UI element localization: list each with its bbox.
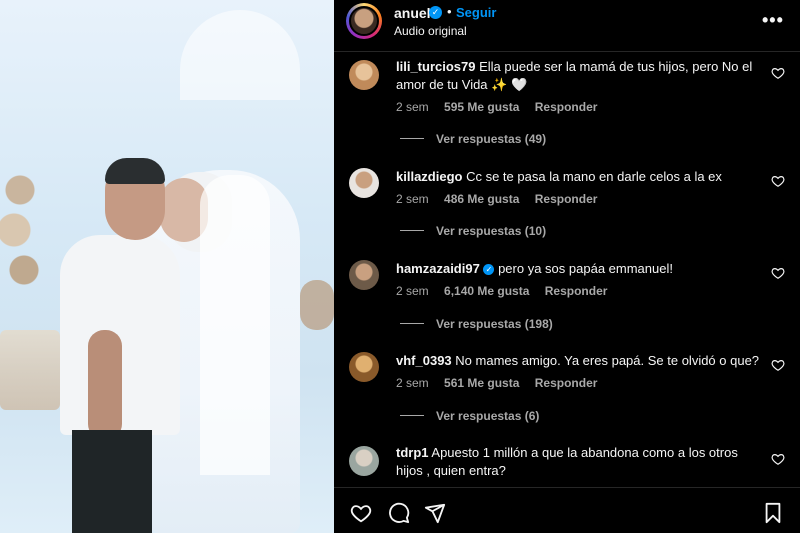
share-icon[interactable]	[424, 502, 446, 524]
view-replies-label: Ver respuestas (10)	[436, 224, 547, 238]
comment-avatar[interactable]	[349, 352, 379, 382]
comment-meta: 2 sem 561 Me gusta Responder	[396, 376, 609, 390]
comment-time: 2 sem	[396, 100, 429, 114]
comment-time: 2 sem	[396, 192, 429, 206]
comment-avatar[interactable]	[349, 168, 379, 198]
comment-avatar[interactable]	[349, 446, 379, 476]
comments-panel: anuel ✓ • Seguir Audio original ••• lili…	[334, 0, 800, 533]
verified-badge-icon: ✓	[483, 264, 495, 275]
reply-button[interactable]: Responder	[535, 192, 598, 206]
comment-text: Apuesto 1 millón a que la abandona como …	[396, 445, 738, 478]
post-header: anuel ✓ • Seguir Audio original •••	[334, 0, 800, 52]
comment-avatar[interactable]	[349, 60, 379, 90]
comment-text: Cc se te pasa la mano en darle celos a l…	[466, 169, 722, 184]
groom-hair	[105, 158, 165, 184]
background-arch	[180, 10, 300, 100]
comment-body: lili_turcios79 Ella puede ser la mamá de…	[396, 58, 766, 94]
groom-arm	[88, 330, 122, 440]
replies-divider	[400, 230, 424, 231]
separator-dot: •	[447, 4, 452, 19]
reply-button[interactable]: Responder	[535, 376, 598, 390]
comment-body: tdrp1 Apuesto 1 millón a que la abandona…	[396, 444, 766, 480]
comment-text: No mames amigo. Ya eres papá. Se te olvi…	[455, 353, 760, 368]
post-viewer: anuel ✓ • Seguir Audio original ••• lili…	[0, 0, 800, 533]
comment-username[interactable]: killazdiego	[396, 169, 462, 184]
comment-username[interactable]: lili_turcios79	[396, 59, 475, 74]
post-video[interactable]	[0, 0, 334, 533]
like-heart-icon[interactable]	[771, 174, 785, 188]
like-heart-icon[interactable]	[771, 66, 785, 80]
view-replies-label: Ver respuestas (49)	[436, 132, 547, 146]
audio-label[interactable]: Audio original	[394, 24, 467, 38]
view-replies-label: Ver respuestas (6)	[436, 409, 540, 423]
comment-icon[interactable]	[388, 502, 410, 524]
comment-likes[interactable]: 6,140 Me gusta	[444, 284, 529, 298]
replies-divider	[400, 138, 424, 139]
like-heart-icon[interactable]	[771, 452, 785, 466]
view-replies-label: Ver respuestas (198)	[436, 317, 553, 331]
comment-time: 2 sem	[396, 284, 429, 298]
comment-list[interactable]: lili_turcios79 Ella puede ser la mamá de…	[334, 52, 800, 487]
dessert-table	[0, 330, 60, 410]
comment-likes[interactable]: 486 Me gusta	[444, 192, 519, 206]
comment-username[interactable]: hamzazaidi97	[396, 261, 480, 276]
comment-avatar[interactable]	[349, 260, 379, 290]
reply-button[interactable]: Responder	[535, 100, 598, 114]
heart-icon[interactable]	[350, 502, 372, 524]
follow-button[interactable]: Seguir	[456, 5, 496, 20]
view-replies-button[interactable]: Ver respuestas (6)	[400, 409, 539, 423]
more-options-icon[interactable]: •••	[762, 10, 784, 31]
bookmark-icon[interactable]	[762, 502, 784, 524]
comment-meta: 2 sem 6,140 Me gusta Responder	[396, 284, 619, 298]
comment-meta: 2 sem 595 Me gusta Responder	[396, 100, 609, 114]
comment-likes[interactable]: 595 Me gusta	[444, 100, 519, 114]
like-heart-icon[interactable]	[771, 358, 785, 372]
view-replies-button[interactable]: Ver respuestas (10)	[400, 224, 546, 238]
replies-divider	[400, 323, 424, 324]
comment-body: killazdiego Cc se te pasa la mano en dar…	[396, 168, 766, 186]
avatar[interactable]	[349, 6, 379, 36]
post-username[interactable]: anuel	[394, 5, 431, 21]
comment-meta: 2 sem 486 Me gusta Responder	[396, 192, 609, 206]
view-replies-button[interactable]: Ver respuestas (198)	[400, 317, 553, 331]
groom-pants	[72, 430, 152, 533]
comment-body: hamzazaidi97 ✓ pero ya sos papáa emmanue…	[396, 260, 766, 278]
verified-badge-icon: ✓	[429, 6, 442, 19]
comment-time: 2 sem	[396, 376, 429, 390]
bride-veil	[200, 175, 270, 475]
view-replies-button[interactable]: Ver respuestas (49)	[400, 132, 546, 146]
comment-body: vhf_0393 No mames amigo. Ya eres papá. S…	[396, 352, 766, 370]
like-heart-icon[interactable]	[771, 266, 785, 280]
comment-username[interactable]: vhf_0393	[396, 353, 452, 368]
comment-likes[interactable]: 561 Me gusta	[444, 376, 519, 390]
comment-text: pero ya sos papáa emmanuel!	[498, 261, 673, 276]
reply-button[interactable]: Responder	[545, 284, 608, 298]
comment-username[interactable]: tdrp1	[396, 445, 429, 460]
replies-divider	[400, 415, 424, 416]
teddy-bear	[300, 280, 334, 330]
action-bar	[334, 487, 800, 533]
balloon-decoration	[0, 170, 40, 310]
